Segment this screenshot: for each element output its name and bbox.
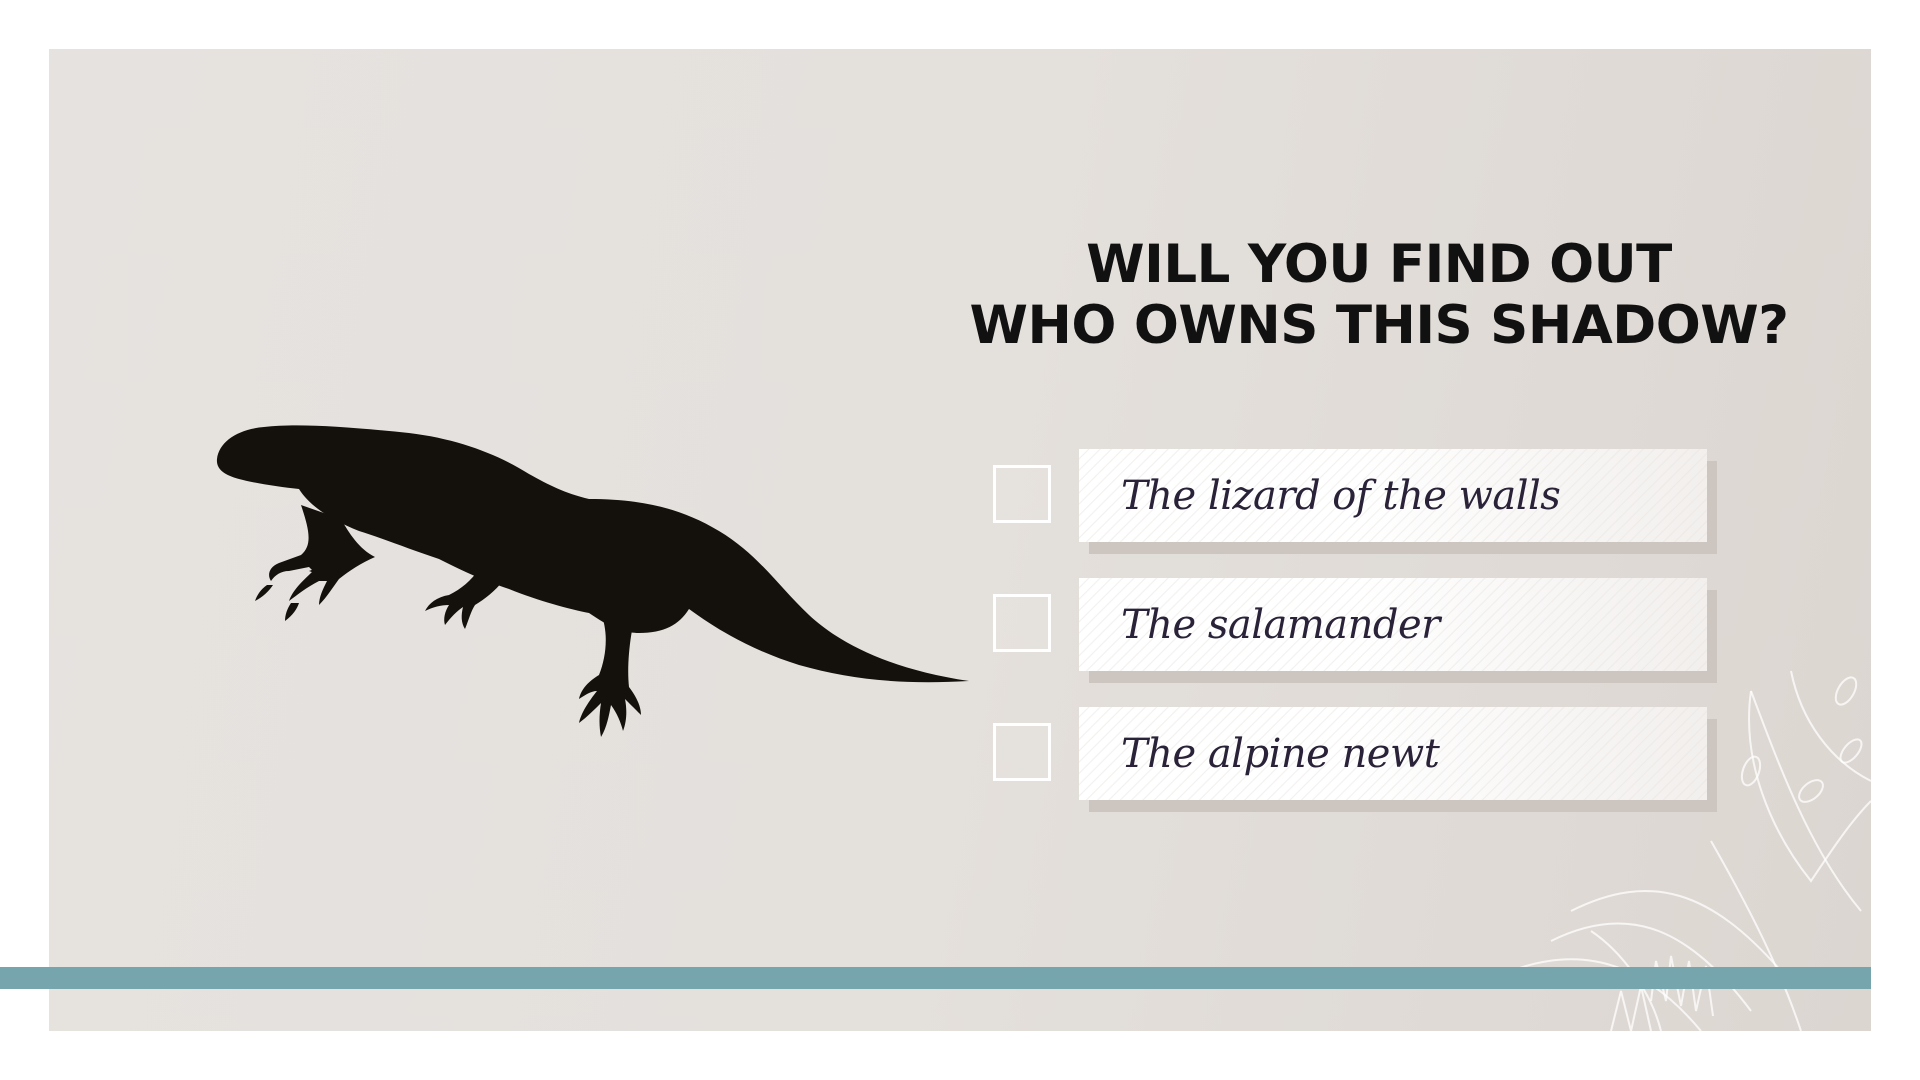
title-line-1: WILL YOU FIND OUT <box>1086 234 1672 295</box>
quiz-panel: WILL YOU FIND OUT WHO OWNS THIS SHADOW? <box>49 49 1871 1031</box>
answer-option[interactable]: The lizard of the walls <box>993 449 1723 554</box>
answer-options: The lizard of the walls The salamander T… <box>993 449 1723 836</box>
title-line-2: WHO OWNS THIS SHADOW? <box>969 295 1789 356</box>
answer-option[interactable]: The alpine newt <box>993 707 1723 812</box>
answer-card[interactable]: The lizard of the walls <box>1079 449 1707 542</box>
answer-checkbox[interactable] <box>993 723 1051 781</box>
answer-card[interactable]: The salamander <box>1079 578 1707 671</box>
answer-label: The lizard of the walls <box>1121 472 1561 519</box>
quiz-question-title: WILL YOU FIND OUT WHO OWNS THIS SHADOW? <box>949 234 1809 356</box>
answer-card[interactable]: The alpine newt <box>1079 707 1707 800</box>
answer-option[interactable]: The salamander <box>993 578 1723 683</box>
accent-bar <box>0 967 1871 989</box>
answer-checkbox[interactable] <box>993 594 1051 652</box>
answer-label: The alpine newt <box>1121 730 1440 777</box>
newt-silhouette-icon <box>216 425 969 737</box>
quiz-slide: WILL YOU FIND OUT WHO OWNS THIS SHADOW? <box>0 0 1920 1080</box>
answer-checkbox[interactable] <box>993 465 1051 523</box>
answer-label: The salamander <box>1121 601 1440 648</box>
